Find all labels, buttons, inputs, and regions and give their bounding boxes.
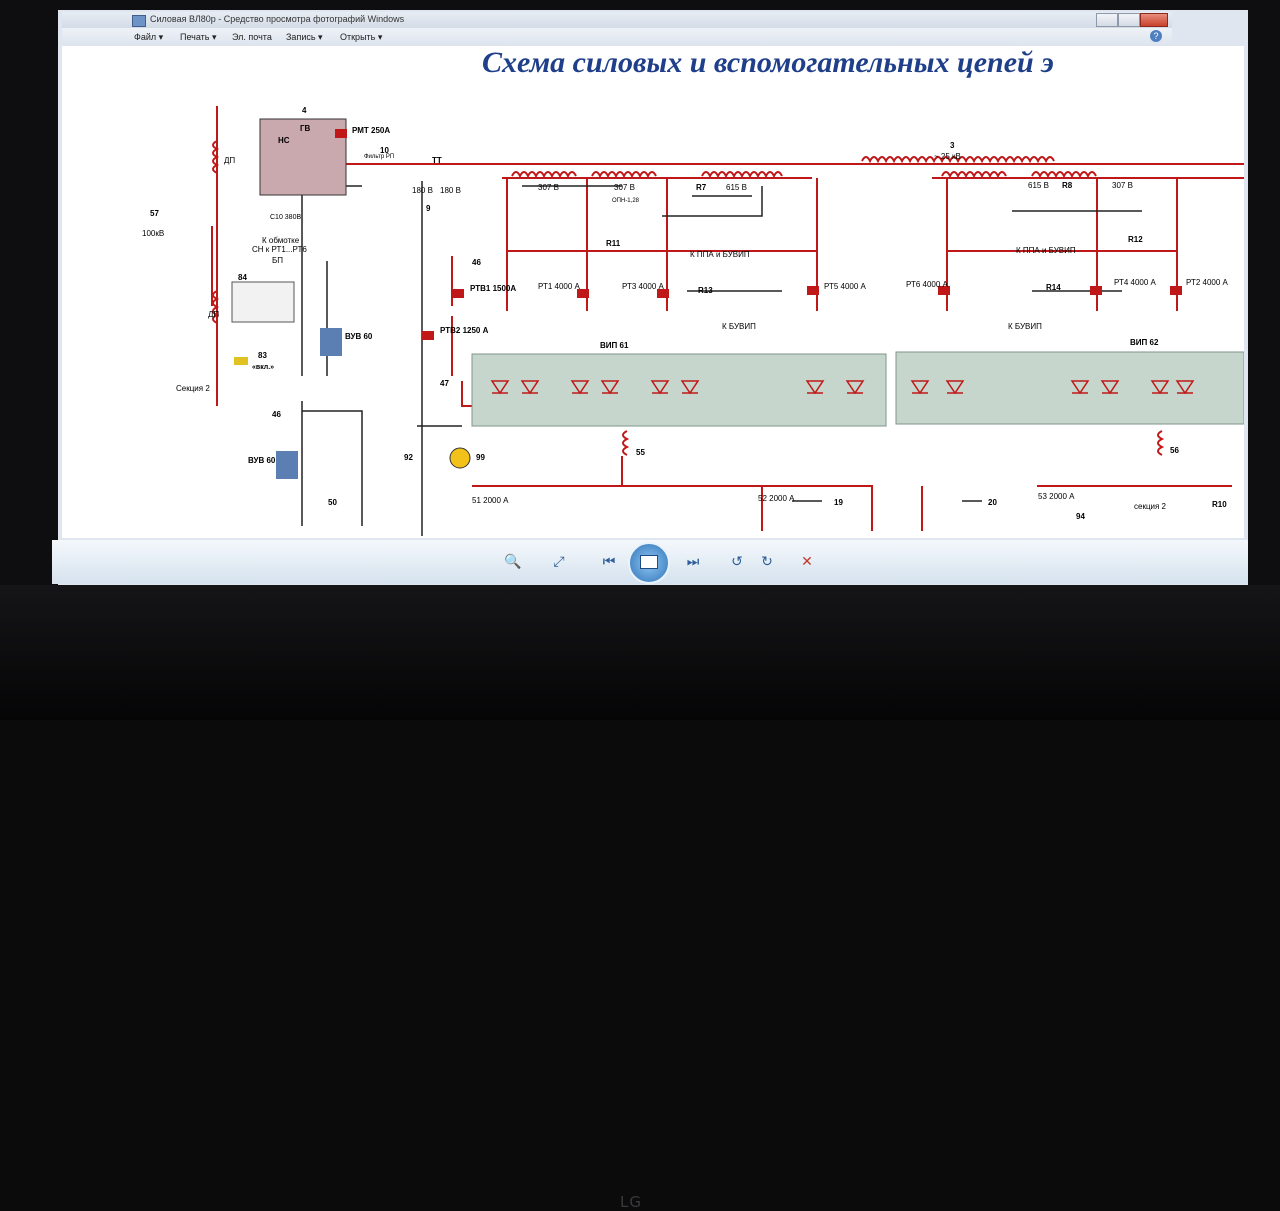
previous-button[interactable]: ⏮ — [596, 548, 622, 574]
label-92: 92 — [404, 453, 413, 462]
label-19: 19 — [834, 498, 843, 507]
label-opn: ОПН-1,28 — [612, 198, 639, 204]
label-ns: НС — [278, 136, 290, 145]
label-dp-top: ДП — [224, 156, 236, 165]
label-r14: R14 — [1046, 283, 1061, 292]
minimize-button[interactable] — [1096, 13, 1118, 27]
label-55: 55 — [636, 448, 645, 457]
label-tt: ТТ — [432, 156, 442, 165]
menu-email[interactable]: Эл. почта — [232, 32, 272, 42]
next-button[interactable]: ⏭ — [680, 548, 706, 574]
label-99: 99 — [476, 453, 485, 462]
help-icon[interactable]: ? — [1150, 30, 1162, 42]
label-20: 20 — [988, 498, 997, 507]
label-r13: R13 — [698, 286, 713, 295]
label-r8: R8 — [1062, 181, 1073, 190]
label-vuv60-bottom: ВУВ 60 — [248, 456, 276, 465]
label-vkl: «вкл.» — [252, 364, 275, 371]
label-obmotke: К обмотке — [262, 236, 300, 245]
label-gv: ГВ — [300, 124, 311, 133]
rotate-right-button[interactable]: ↻ — [754, 548, 780, 574]
menu-bar: Файл ▾ Печать ▾ Эл. почта Запись ▾ Откры… — [62, 28, 1172, 47]
menu-open[interactable]: Открыть ▾ — [340, 32, 382, 43]
rotate-left-button[interactable]: ↺ — [724, 548, 750, 574]
label-c10: С10 380В — [270, 214, 302, 221]
label-rtv1: РТВ1 1500А — [470, 284, 517, 293]
label-rmt: РМТ 250А — [352, 126, 391, 135]
label-bp: БП — [272, 256, 283, 265]
label-kppa-2: К ППА и БУВИП — [1016, 246, 1076, 255]
label-307-b: 307 В — [614, 183, 635, 192]
image-canvas: Схема силовых и вспомогательных цепей э … — [62, 46, 1244, 538]
label-kbuvip-1: К БУВИП — [722, 322, 756, 331]
window-title: Силовая ВЛ80р - Средство просмотра фотог… — [150, 14, 405, 24]
label-vip62: ВИП 62 — [1130, 338, 1159, 347]
label-pt2: РТ2 4000 А — [1186, 278, 1228, 287]
label-57: 57 — [150, 209, 159, 218]
viewer-toolbar: 🔍 ⤢ ⏮ ⏭ ↺ ↻ ✕ — [52, 540, 1248, 584]
label-vuv60-top: ВУВ 60 — [345, 332, 373, 341]
label-100kv: 100кВ — [142, 229, 165, 238]
label-180-a: 180 В — [412, 186, 433, 195]
label-84: 84 — [238, 273, 247, 282]
label-9: 9 — [426, 204, 431, 213]
label-vip61: ВИП 61 — [600, 341, 629, 350]
label-pt3: РТ3 4000 А — [622, 282, 664, 291]
close-button[interactable] — [1140, 13, 1168, 27]
menu-burn[interactable]: Запись ▾ — [286, 32, 323, 43]
menu-print[interactable]: Печать ▾ — [180, 32, 217, 43]
label-r12: R12 — [1128, 235, 1143, 244]
slideshow-icon — [640, 555, 658, 569]
label-53: 53 2000 А — [1038, 492, 1075, 501]
label-3: 3 — [950, 141, 955, 150]
label-pt5: РТ5 4000 А — [824, 282, 866, 291]
label-25kv: ~ 25 кВ — [934, 152, 961, 161]
label-52: 52 2000 А — [758, 494, 795, 503]
maximize-button[interactable] — [1118, 13, 1140, 27]
label-51: 51 2000 А — [472, 496, 509, 505]
schematic-diagram — [211, 106, 1244, 536]
label-47: 47 — [440, 379, 449, 388]
label-50: 50 — [328, 498, 337, 507]
label-pt4: РТ4 4000 А — [1114, 278, 1156, 287]
app-icon — [132, 15, 146, 27]
label-4: 4 — [302, 106, 307, 115]
label-94: 94 — [1076, 512, 1085, 521]
label-307-a: 307 В — [538, 183, 559, 192]
label-615-a: 615 В — [726, 183, 747, 192]
label-kppa-1: К ППА и БУВИП — [690, 250, 750, 259]
monitor-bezel: LG — [0, 585, 1280, 1211]
label-section2b: секция 2 — [1134, 502, 1167, 511]
monitor-brand-logo: LG — [620, 1193, 642, 1211]
label-46-a: 46 — [472, 258, 481, 267]
label-rtv2: РТВ2 1250 А — [440, 326, 489, 335]
label-sn: СН к РТ1...РТ6 — [252, 245, 307, 254]
zoom-button[interactable]: 🔍 — [500, 548, 526, 574]
title-bar: Силовая ВЛ80р - Средство просмотра фотог… — [62, 12, 1172, 28]
label-section2: Секция 2 — [176, 384, 210, 393]
label-dp-bottom: ДП — [208, 310, 220, 319]
fit-window-button[interactable]: ⤢ — [546, 548, 572, 574]
label-46-b: 46 — [272, 410, 281, 419]
label-83: 83 — [258, 351, 267, 360]
label-r10: R10 — [1212, 500, 1227, 509]
label-615-b: 615 В — [1028, 181, 1049, 190]
label-pt6: РТ6 4000 А — [906, 280, 948, 289]
label-10: 10 — [380, 146, 389, 155]
label-180-b: 180 В — [440, 186, 461, 195]
diagram-title: Схема силовых и вспомогательных цепей э — [482, 46, 1054, 79]
slideshow-button[interactable] — [628, 542, 670, 584]
label-56: 56 — [1170, 446, 1179, 455]
label-kbuvip-2: К БУВИП — [1008, 322, 1042, 331]
label-pt1: РТ1 4000 А — [538, 282, 580, 291]
delete-button[interactable]: ✕ — [794, 548, 820, 574]
label-r11: R11 — [606, 239, 621, 248]
label-r7: R7 — [696, 183, 707, 192]
menu-file[interactable]: Файл ▾ — [134, 32, 163, 43]
label-307-c: 307 В — [1112, 181, 1133, 190]
